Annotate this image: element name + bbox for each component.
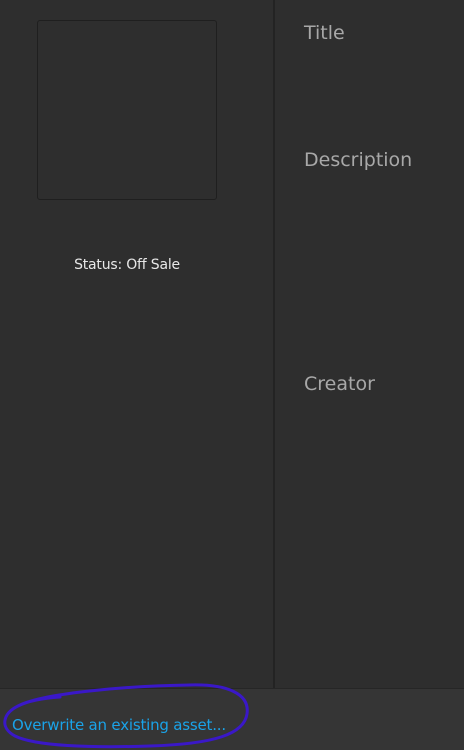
asset-configuration-window: Status: Off Sale Title Description Creat… xyxy=(0,0,464,750)
footer-bar: Overwrite an existing asset... xyxy=(0,688,464,750)
asset-status: Status: Off Sale xyxy=(74,257,180,273)
asset-thumbnail xyxy=(37,20,217,200)
asset-preview-panel: Status: Off Sale xyxy=(0,0,273,688)
title-label: Title xyxy=(304,22,345,44)
overwrite-existing-asset-link[interactable]: Overwrite an existing asset... xyxy=(12,716,226,734)
description-label: Description xyxy=(304,149,413,171)
creator-label: Creator xyxy=(304,373,375,395)
asset-details-panel: Title Description Creator xyxy=(275,0,464,688)
